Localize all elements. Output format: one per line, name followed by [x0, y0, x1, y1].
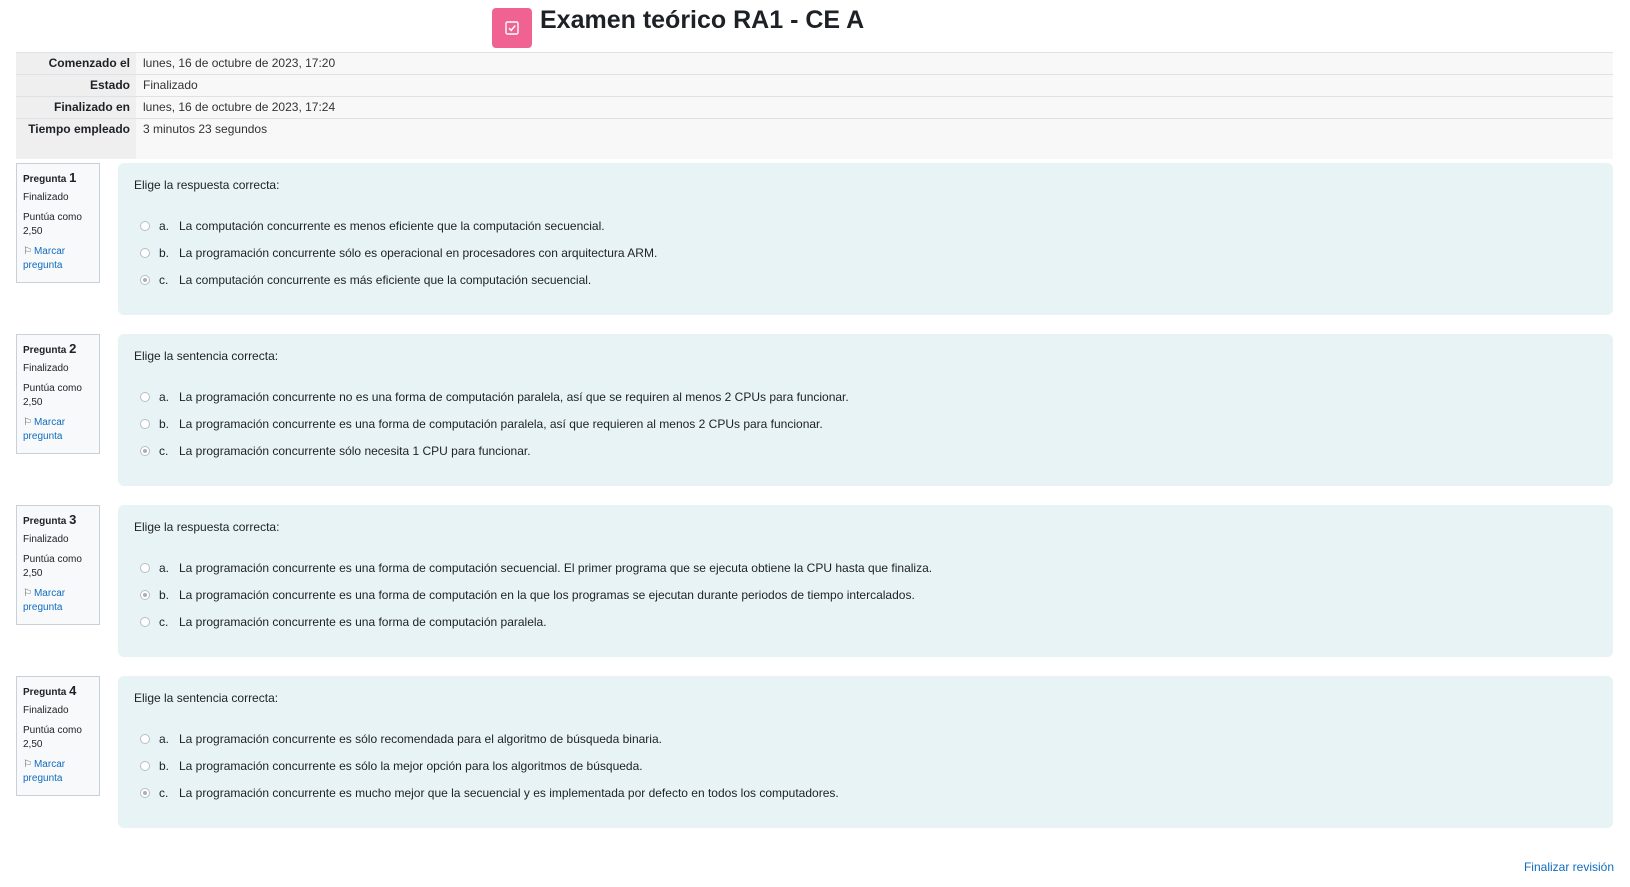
- summary-label: Tiempo empleado: [16, 118, 136, 159]
- answer-option[interactable]: b. La programación concurrente sólo es op…: [134, 239, 1597, 266]
- answer-text: La programación concurrente sólo es oper…: [179, 245, 658, 260]
- radio-button[interactable]: [140, 562, 150, 573]
- answer-text: La programación concurrente es una forma…: [179, 587, 915, 602]
- finish-review-link[interactable]: Finalizar revisión: [1524, 860, 1614, 874]
- flag-question-link[interactable]: ⚐ Marcar pregunta: [23, 587, 93, 615]
- answer-text: La programación concurrente es mucho mej…: [179, 785, 839, 800]
- summary-row: Comenzado el lunes, 16 de octubre de 202…: [16, 52, 1613, 75]
- answer-option[interactable]: a. La programación concurrente es una for…: [134, 554, 1597, 581]
- answer-option[interactable]: b. La programación concurrente es sólo la…: [134, 752, 1597, 779]
- summary-row: Estado Finalizado: [16, 74, 1613, 97]
- flag-question-link[interactable]: ⚐ Marcar pregunta: [23, 758, 93, 786]
- radio-button[interactable]: [140, 733, 150, 744]
- quiz-review-page: Examen teórico RA1 - CE A Comenzado el l…: [0, 0, 1630, 887]
- answer-option[interactable]: c. La computación concurrente es más efic…: [134, 266, 1597, 293]
- flag-question-link[interactable]: ⚐ Marcar pregunta: [23, 245, 93, 273]
- answer-text: La programación concurrente es una forma…: [179, 560, 933, 575]
- radio-button-selected[interactable]: [140, 274, 150, 285]
- answer-option[interactable]: a. La programación concurrente es sólo re…: [134, 725, 1597, 752]
- answer-text: La programación concurrente sólo necesit…: [179, 443, 531, 458]
- summary-value: 3 minutos 23 segundos: [136, 118, 1613, 159]
- radio-button-selected[interactable]: [140, 787, 150, 798]
- question-state: Finalizado: [23, 534, 69, 545]
- question-content: Elige la respuesta correcta: a. La comput…: [118, 163, 1613, 315]
- question-info: Pregunta 4 Finalizado Puntúa como 2,50 ⚐ M…: [16, 676, 100, 796]
- answer-option[interactable]: b. La programación concurrente es una for…: [134, 410, 1597, 437]
- question-state: Finalizado: [23, 705, 69, 716]
- answer-list: a. La programación concurrente es una for…: [134, 554, 1597, 635]
- page-header: Examen teórico RA1 - CE A: [0, 0, 1630, 50]
- answer-list: a. La computación concurrente es menos ef…: [134, 212, 1597, 293]
- radio-button-selected[interactable]: [140, 589, 150, 600]
- question-info: Pregunta 2 Finalizado Puntúa como 2,50 ⚐ M…: [16, 334, 100, 454]
- answer-option[interactable]: b. La programación concurrente es una for…: [134, 581, 1597, 608]
- answer-text: La programación concurrente es una forma…: [179, 416, 823, 431]
- quiz-icon: [492, 8, 532, 48]
- flag-icon: ⚐: [23, 588, 32, 599]
- question-state: Finalizado: [23, 363, 69, 374]
- question-number: Pregunta 3: [23, 512, 77, 528]
- page-title: Examen teórico RA1 - CE A: [540, 6, 865, 34]
- question-grade: Puntúa como 2,50: [23, 383, 82, 408]
- question-number: Pregunta 4: [23, 683, 77, 699]
- question-text: Elige la respuesta correcta:: [134, 178, 280, 192]
- question-grade: Puntúa como 2,50: [23, 554, 82, 579]
- summary-value: Finalizado: [136, 74, 1613, 97]
- answer-option[interactable]: a. La programación concurrente no es una …: [134, 383, 1597, 410]
- answer-text: La computación concurrente es más eficie…: [179, 272, 592, 287]
- question-number: Pregunta 1: [23, 170, 77, 186]
- answer-text: La computación concurrente es menos efic…: [179, 218, 605, 233]
- flag-icon: ⚐: [23, 417, 32, 428]
- summary-label: Comenzado el: [16, 52, 136, 75]
- answer-text: La programación concurrente es una forma…: [179, 614, 547, 629]
- answer-option[interactable]: c. La programación concurrente sólo neces…: [134, 437, 1597, 464]
- question-info: Pregunta 1 Finalizado Puntúa como 2,50 ⚐ M…: [16, 163, 100, 283]
- summary-label: Finalizado en: [16, 96, 136, 119]
- attempt-summary-table: Comenzado el lunes, 16 de octubre de 202…: [16, 52, 1613, 159]
- summary-label: Estado: [16, 74, 136, 97]
- answer-option[interactable]: a. La computación concurrente es menos ef…: [134, 212, 1597, 239]
- radio-button[interactable]: [140, 220, 150, 231]
- flag-question-link[interactable]: ⚐ Marcar pregunta: [23, 416, 93, 444]
- radio-button[interactable]: [140, 391, 150, 402]
- summary-value: lunes, 16 de octubre de 2023, 17:24: [136, 96, 1613, 119]
- summary-row: Tiempo empleado 3 minutos 23 segundos: [16, 118, 1613, 159]
- answer-list: a. La programación concurrente es sólo re…: [134, 725, 1597, 806]
- answer-text: La programación concurrente es sólo la m…: [179, 758, 643, 773]
- flag-icon: ⚐: [23, 246, 32, 257]
- question-text: Elige la sentencia correcta:: [134, 691, 279, 705]
- question-text: Elige la sentencia correcta:: [134, 349, 279, 363]
- question-content: Elige la sentencia correcta: a. La progra…: [118, 334, 1613, 486]
- question-state: Finalizado: [23, 192, 69, 203]
- question-text: Elige la respuesta correcta:: [134, 520, 280, 534]
- question-content: Elige la respuesta correcta: a. La progra…: [118, 505, 1613, 657]
- radio-button[interactable]: [140, 760, 150, 771]
- radio-button-selected[interactable]: [140, 445, 150, 456]
- answer-text: La programación concurrente no es una fo…: [179, 389, 849, 404]
- radio-button[interactable]: [140, 247, 150, 258]
- question-number: Pregunta 2: [23, 341, 77, 357]
- question-content: Elige la sentencia correcta: a. La progra…: [118, 676, 1613, 828]
- radio-button[interactable]: [140, 616, 150, 627]
- answer-option[interactable]: c. La programación concurrente es mucho m…: [134, 779, 1597, 806]
- summary-value: lunes, 16 de octubre de 2023, 17:20: [136, 52, 1613, 75]
- summary-row: Finalizado en lunes, 16 de octubre de 20…: [16, 96, 1613, 119]
- answer-text: La programación concurrente es sólo reco…: [179, 731, 662, 746]
- answer-option[interactable]: c. La programación concurrente es una for…: [134, 608, 1597, 635]
- radio-button[interactable]: [140, 418, 150, 429]
- question-grade: Puntúa como 2,50: [23, 212, 82, 237]
- flag-icon: ⚐: [23, 759, 32, 770]
- question-info: Pregunta 3 Finalizado Puntúa como 2,50 ⚐ M…: [16, 505, 100, 625]
- question-grade: Puntúa como 2,50: [23, 725, 82, 750]
- answer-list: a. La programación concurrente no es una …: [134, 383, 1597, 464]
